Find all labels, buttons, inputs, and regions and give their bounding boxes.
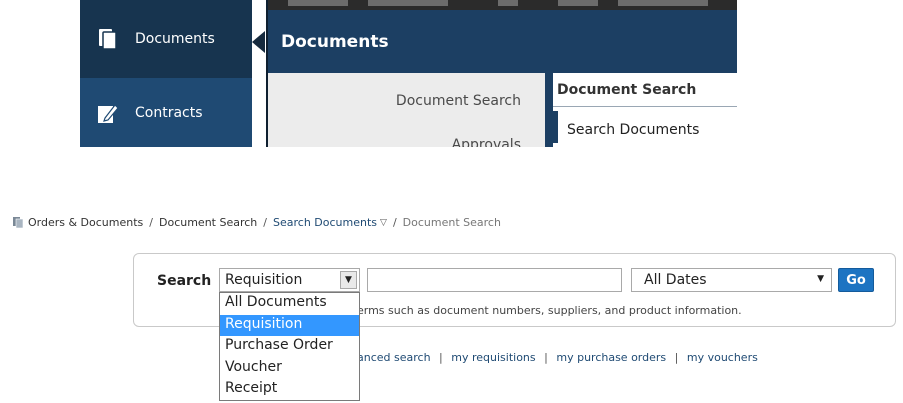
navigation-menu-crop: Documents Contracts Documents Document S… — [80, 0, 737, 147]
breadcrumb-item[interactable]: Search Documents — [273, 216, 377, 229]
flyout-left-panel: Document Search Approvals — [268, 73, 545, 147]
dropdown-option-purchase-order[interactable]: Purchase Order — [220, 336, 359, 358]
search-label: Search — [157, 273, 212, 289]
chevron-down-icon[interactable]: ▽ — [380, 218, 387, 228]
link-separator: | — [439, 351, 443, 364]
dropdown-option-receipt[interactable]: Receipt — [220, 379, 359, 401]
sidebar: Documents Contracts — [80, 0, 252, 147]
breadcrumb-separator: / — [149, 216, 153, 229]
date-range-select[interactable]: All Dates ▼ — [631, 268, 832, 292]
flyout-item-search-documents[interactable]: Search Documents — [553, 111, 737, 143]
date-range-value: All Dates — [644, 272, 707, 288]
link-separator: | — [674, 351, 679, 364]
clipped-header-strip — [268, 0, 737, 10]
flyout-divider — [545, 73, 553, 147]
sidebar-item-label: Documents — [135, 31, 215, 47]
document-type-value: Requisition — [225, 272, 303, 288]
chevron-down-icon: ▼ — [817, 274, 824, 284]
documents-icon — [95, 26, 121, 52]
my-requisitions-link[interactable]: my requisitions — [451, 351, 535, 364]
search-input[interactable] — [367, 268, 622, 292]
documents-flyout-menu: Documents Document Search Approvals Docu… — [266, 0, 737, 147]
flyout-link-document-search[interactable]: Document Search — [396, 93, 521, 109]
breadcrumb-item[interactable]: Document Search — [159, 216, 257, 229]
flyout-section-title: Document Search — [553, 73, 737, 107]
go-button[interactable]: Go — [838, 268, 874, 292]
dropdown-option-voucher[interactable]: Voucher — [220, 358, 359, 380]
link-separator: | — [544, 351, 548, 364]
search-links: anced search | my requisitions | my purc… — [357, 351, 758, 364]
documents-icon — [13, 217, 24, 229]
dropdown-option-requisition[interactable]: Requisition — [220, 314, 359, 337]
sidebar-item-contracts[interactable]: Contracts — [80, 78, 252, 147]
breadcrumb-separator: / — [392, 216, 397, 229]
chevron-down-icon[interactable]: ▼ — [340, 271, 357, 289]
document-type-dropdown: All Documents Requisition Purchase Order… — [219, 292, 360, 401]
breadcrumb: Orders & Documents / Document Search / S… — [13, 216, 501, 229]
document-type-select[interactable]: Requisition ▼ — [219, 268, 360, 292]
flyout-link-approvals[interactable]: Approvals — [452, 137, 521, 147]
flyout-right-panel: Document Search Search Documents — [553, 73, 737, 147]
my-vouchers-link[interactable]: my vouchers — [687, 351, 758, 364]
active-pointer — [252, 31, 265, 53]
breadcrumb-item[interactable]: Orders & Documents — [28, 216, 143, 229]
flyout-title: Documents — [268, 10, 737, 73]
breadcrumb-current: Document Search — [402, 216, 501, 229]
advanced-search-link[interactable]: anced search — [357, 351, 431, 364]
sidebar-item-label: Contracts — [135, 104, 203, 121]
sidebar-item-documents[interactable]: Documents — [80, 0, 252, 78]
breadcrumb-separator: / — [263, 216, 267, 229]
contracts-icon — [95, 100, 121, 126]
search-hint: erms such as document numbers, suppliers… — [357, 304, 742, 317]
my-purchase-orders-link[interactable]: my purchase orders — [556, 351, 666, 364]
dropdown-option-all-documents[interactable]: All Documents — [220, 293, 359, 315]
